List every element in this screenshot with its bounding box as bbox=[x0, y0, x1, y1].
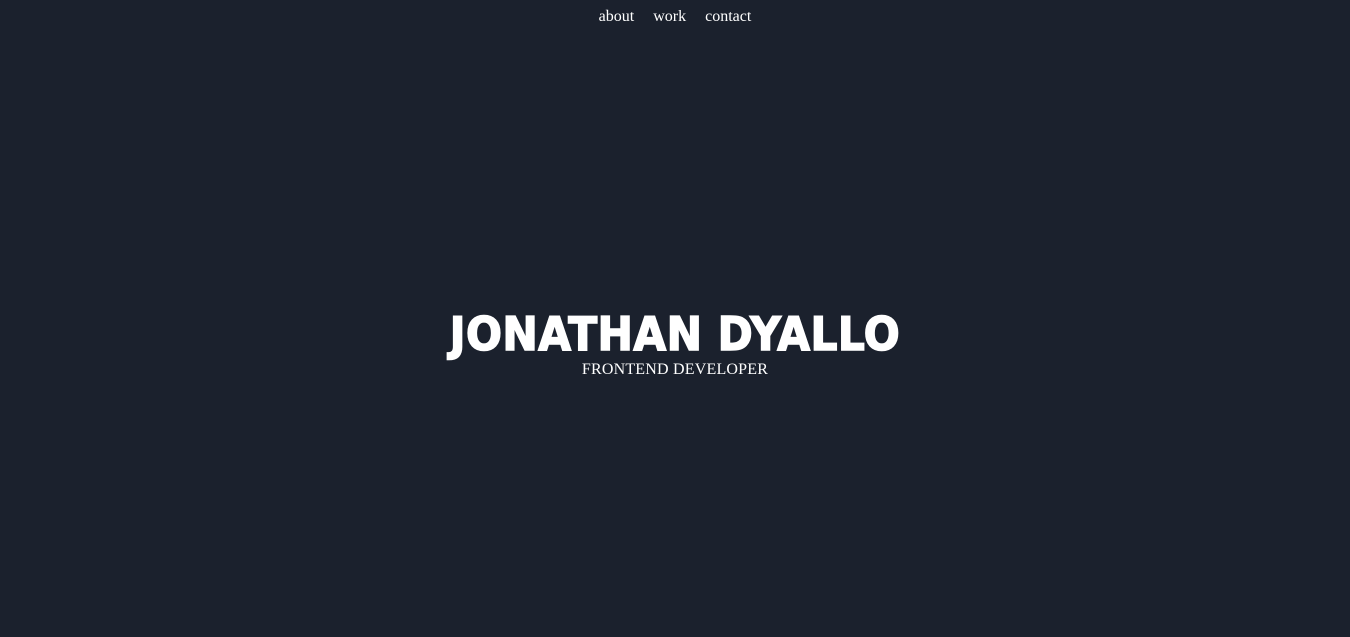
nav-link-work[interactable]: work bbox=[653, 6, 686, 28]
page: about work contact JONATHAN DYALLO FRONT… bbox=[0, 0, 1350, 637]
hero-section: JONATHAN DYALLO FRONTEND DEVELOPER bbox=[0, 303, 1350, 381]
nav-link-about[interactable]: about bbox=[599, 6, 635, 28]
hero-name: JONATHAN DYALLO bbox=[449, 306, 901, 362]
top-nav: about work contact bbox=[0, 6, 1350, 28]
nav-link-contact[interactable]: contact bbox=[705, 6, 751, 28]
